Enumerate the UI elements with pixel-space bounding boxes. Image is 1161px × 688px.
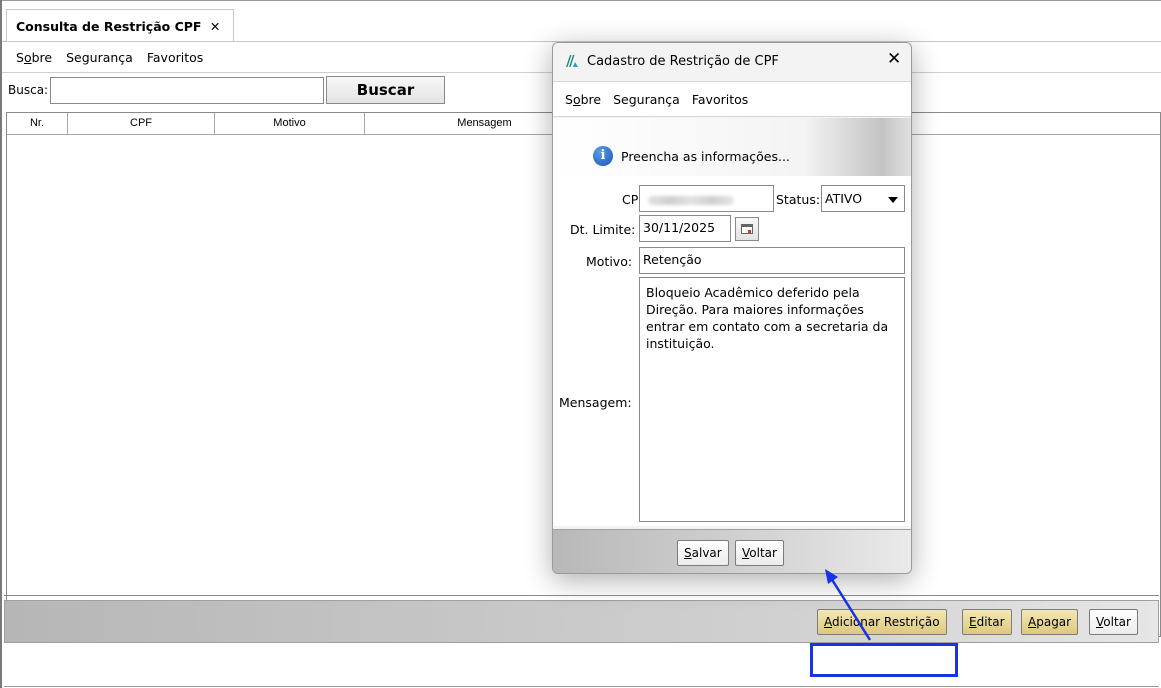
chevron-down-icon (888, 197, 898, 203)
cadastro-dialog: Cadastro de Restrição de CPF ✕ Sobre Seg… (552, 42, 912, 574)
tab-strip: Consulta de Restrição CPF ✕ (2, 1, 1161, 42)
status-label: Status: (776, 192, 821, 207)
highlight-box (810, 643, 958, 677)
dialog-menu-seguranca[interactable]: Segurança (613, 92, 680, 107)
tab-title: Consulta de Restrição CPF (16, 19, 202, 34)
dt-limite-label: Dt. Limite: (570, 222, 636, 237)
dialog-form: CPF: Status: ATIVO Dt. Limite: 30/11/202… (553, 176, 911, 526)
cpf-input[interactable] (639, 185, 774, 212)
status-value: ATIVO (825, 191, 863, 206)
dialog-menu-sobre[interactable]: Sobre (565, 92, 601, 107)
dialog-menu-favoritos[interactable]: Favoritos (692, 92, 748, 107)
table-bottom-border (4, 595, 1159, 596)
add-restriction-button[interactable]: Adicionar Restrição (817, 609, 947, 635)
column-header-motivo[interactable]: Motivo (215, 113, 365, 135)
search-input[interactable] (50, 77, 324, 104)
dt-limite-input[interactable]: 30/11/2025 (639, 215, 731, 242)
edit-button[interactable]: Editar (962, 609, 1012, 635)
mensagem-textarea[interactable]: Bloqueio Acadêmico deferido pela Direção… (639, 277, 905, 522)
back-button[interactable]: Voltar (1089, 609, 1138, 635)
calendar-icon (741, 224, 753, 234)
dialog-title: Cadastro de Restrição de CPF (587, 54, 779, 69)
status-select[interactable]: ATIVO (821, 185, 905, 212)
calendar-button[interactable] (735, 217, 759, 241)
menu-seguranca[interactable]: Segurança (66, 50, 133, 65)
motivo-label: Motivo: (586, 254, 633, 269)
search-label: Busca: (8, 83, 49, 97)
window-bottom-border (4, 686, 1159, 687)
delete-button[interactable]: Apagar (1021, 609, 1079, 635)
close-icon[interactable]: ✕ (887, 49, 901, 69)
menu-favoritos[interactable]: Favoritos (147, 50, 203, 65)
dialog-footer: Salvar Voltar (553, 529, 911, 573)
column-header-cpf[interactable]: CPF (68, 113, 215, 135)
calendar-icon-marker (748, 230, 751, 233)
app-logo-icon (566, 55, 578, 67)
motivo-input[interactable]: Retenção (639, 247, 905, 274)
column-header-nr[interactable]: Nr. (7, 113, 68, 135)
info-icon: i (593, 146, 613, 166)
search-button[interactable]: Buscar (326, 76, 445, 104)
tab-consulta-restricao[interactable]: Consulta de Restrição CPF ✕ (6, 9, 234, 42)
info-banner: i Preencha as informações... (553, 118, 911, 176)
main-menubar: Sobre Segurança Favoritos (16, 50, 203, 65)
cpf-blurred-value (648, 196, 734, 205)
dialog-menubar: Sobre Segurança Favoritos (553, 81, 911, 117)
dialog-titlebar[interactable]: Cadastro de Restrição de CPF ✕ (553, 43, 911, 81)
info-message: Preencha as informações... (621, 149, 790, 164)
menu-sobre[interactable]: Sobre (16, 50, 52, 65)
tab-close-icon[interactable]: ✕ (210, 19, 220, 34)
mensagem-label: Mensagem: (559, 395, 632, 410)
save-button[interactable]: Salvar (677, 540, 729, 566)
dialog-back-button[interactable]: Voltar (735, 540, 784, 566)
